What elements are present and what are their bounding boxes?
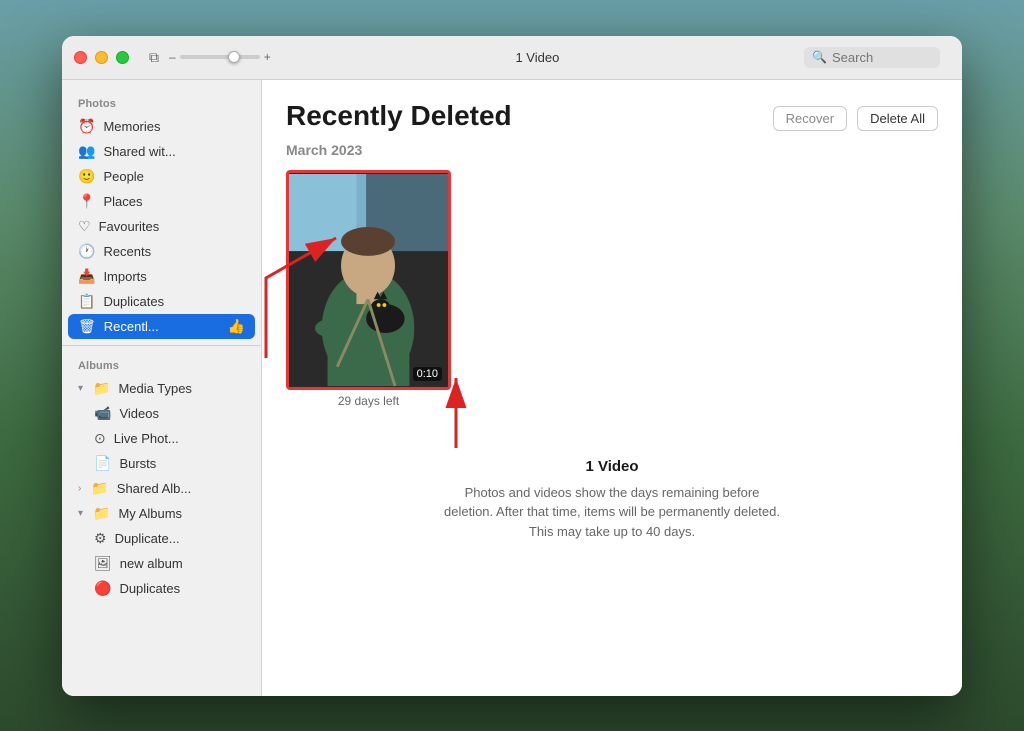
slider-thumb [228,51,240,63]
sidebar-item-new-album[interactable]: 🖼 new album [62,551,261,576]
shared-albums-icon: 📁 [91,480,108,497]
sidebar-item-people[interactable]: 🙂 People [62,164,261,189]
minimize-button[interactable] [95,51,108,64]
expand-arrow-icon: ▾ [78,508,83,519]
sidebar-item-label: Places [103,194,142,209]
info-description: Photos and videos show the days remainin… [442,483,782,542]
video-thumbnail[interactable]: 0:10 [286,170,451,390]
sidebar-item-recents[interactable]: 🕐 Recents [62,239,261,264]
sidebar-item-live-photos[interactable]: ⊙ Live Phot... [62,426,261,451]
sidebar-item-label: Duplicates [119,581,180,596]
search-bar[interactable]: 🔍 [804,47,940,68]
folder-icon: 📁 [93,380,110,397]
sidebar-item-places[interactable]: 📍 Places [62,189,261,214]
sidebar-item-my-albums[interactable]: ▾ 📁 My Albums [62,501,261,526]
duplicates-icon: 📋 [78,293,95,310]
content-area: Recently Deleted Recover Delete All Marc… [262,80,962,696]
photo-caption: 29 days left [286,394,451,408]
sidebar-item-duplicates3[interactable]: 🔴 Duplicates [62,576,261,601]
imports-icon: 📥 [78,268,95,285]
search-icon: 🔍 [812,50,827,64]
expand-arrow-icon: › [78,483,81,494]
recents-icon: 🕐 [78,243,95,260]
new-album-icon: 🖼 [94,555,112,572]
maximize-button[interactable] [116,51,129,64]
video-item[interactable]: 0:10 29 days left [286,170,451,408]
people-icon: 🙂 [78,168,95,185]
expand-arrow-icon: ▾ [78,383,83,394]
page-title: Recently Deleted [286,100,512,132]
sidebar-item-label: Shared Alb... [117,481,191,496]
main-layout: Photos ⏰ Memories 👥 Shared wit... 🙂 Peop… [62,80,962,696]
sidebar-item-label: Recents [103,244,151,259]
photos-grid: 0:10 29 days left [286,170,938,408]
sidebar-divider [62,345,261,346]
search-input[interactable] [832,50,932,65]
person-svg [289,173,448,387]
live-photos-icon: ⊙ [94,430,106,447]
slider-track[interactable] [180,55,260,59]
main-window: ⧉ – + 1 Video 🔍 Photos ⏰ Memories [62,36,962,696]
sidebar-item-label: Memories [103,119,160,134]
recover-button[interactable]: Recover [773,106,847,131]
zoom-plus-icon[interactable]: + [264,50,271,64]
trash-icon: 🗑 [78,318,96,335]
sidebar-item-media-types[interactable]: ▾ 📁 Media Types [62,376,261,401]
zoom-minus-icon[interactable]: – [169,50,176,64]
sidebar-item-label: Media Types [118,381,191,396]
sidebar-item-label: Live Phot... [114,431,179,446]
albums-section-title: Albums [62,352,261,376]
delete-all-button[interactable]: Delete All [857,106,938,131]
close-button[interactable] [74,51,87,64]
video-duration: 0:10 [413,367,442,381]
recently-deleted-badge: 👍 [228,318,245,335]
shared-icon: 👥 [78,143,95,160]
sidebar-item-duplicates[interactable]: 📋 Duplicates [62,289,261,314]
my-albums-icon: 📁 [93,505,110,522]
duplicates2-icon: ⚙ [94,530,107,547]
sidebar-item-imports[interactable]: 📥 Imports [62,264,261,289]
photos-section-title: Photos [62,90,261,114]
sidebar-item-label: Recentl... [104,319,159,334]
sidebar-item-label: Bursts [119,456,156,471]
duplicates3-icon: 🔴 [94,580,111,597]
traffic-lights [74,51,129,64]
sidebar-item-favourites[interactable]: ♡ Favourites [62,214,261,239]
header-buttons: Recover Delete All [773,106,938,131]
sidebar-item-label: Imports [103,269,146,284]
sidebar-item-label: Duplicates [103,294,164,309]
sidebar: Photos ⏰ Memories 👥 Shared wit... 🙂 Peop… [62,80,262,696]
info-title: 1 Video [585,458,638,475]
bursts-icon: 📄 [94,455,111,472]
sidebar-item-label: Favourites [99,219,160,234]
sidebar-item-memories[interactable]: ⏰ Memories [62,114,261,139]
content-header: Recently Deleted Recover Delete All [286,100,938,132]
videos-icon: 📹 [94,405,111,422]
sidebar-item-videos[interactable]: 📹 Videos [62,401,261,426]
zoom-slider[interactable]: – + [169,50,271,64]
video-count-header: 1 Video [515,50,559,65]
title-bar-center: 1 Video [271,50,804,65]
sidebar-item-label: Shared wit... [103,144,175,159]
sidebar-item-bursts[interactable]: 📄 Bursts [62,451,261,476]
title-bar: ⧉ – + 1 Video 🔍 [62,36,962,80]
slideshow-icon[interactable]: ⧉ [149,49,159,66]
sidebar-item-shared[interactable]: 👥 Shared wit... [62,139,261,164]
section-date: March 2023 [286,142,938,158]
memories-icon: ⏰ [78,118,95,135]
sidebar-item-recently-deleted[interactable]: 🗑 Recentl... 👍 [68,314,255,339]
sidebar-item-duplicates2[interactable]: ⚙ Duplicate... [62,526,261,551]
sidebar-item-shared-albums[interactable]: › 📁 Shared Alb... [62,476,261,501]
sidebar-item-label: People [103,169,143,184]
sidebar-item-label: My Albums [118,506,182,521]
sidebar-item-label: Duplicate... [115,531,180,546]
favourites-icon: ♡ [78,218,91,235]
places-icon: 📍 [78,193,95,210]
sidebar-item-label: Videos [119,406,159,421]
sidebar-item-label: new album [120,556,183,571]
toolbar: ⧉ – + [149,49,271,66]
info-section: 1 Video Photos and videos show the days … [286,438,938,562]
